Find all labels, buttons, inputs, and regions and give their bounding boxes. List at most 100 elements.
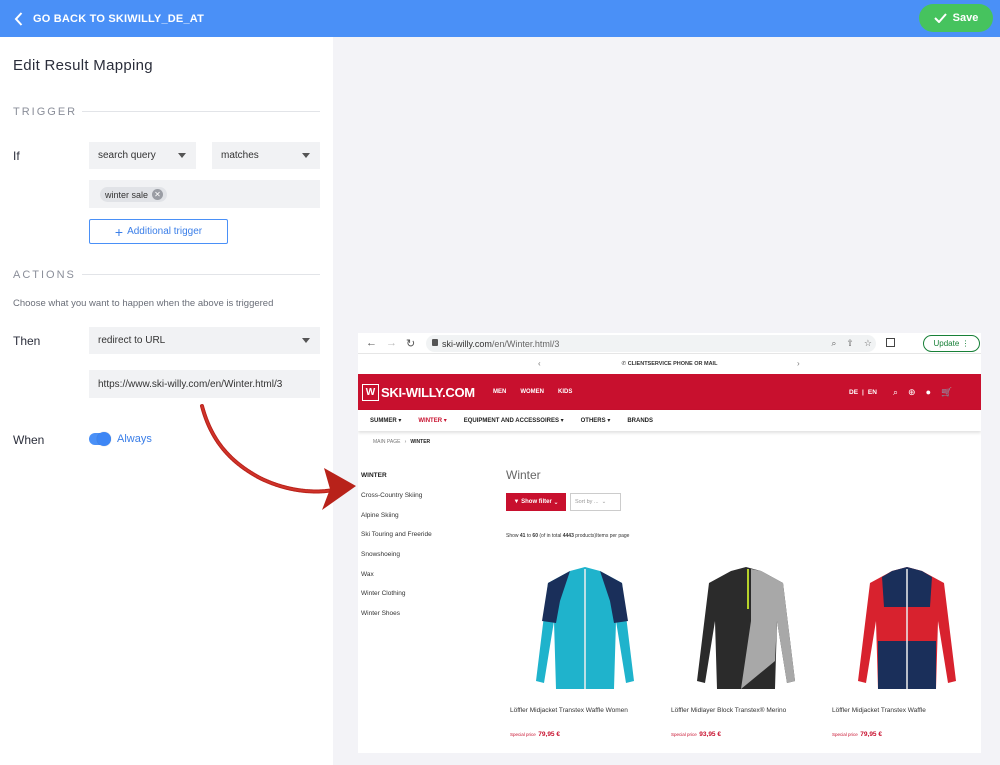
show-filter-button[interactable]: ▼ Show filter ⌄	[506, 493, 566, 511]
sidebar-item-alpine[interactable]: Alpine Skiing	[361, 512, 432, 532]
sidebar-item-wax[interactable]: Wax	[361, 571, 432, 591]
go-back-label: GO BACK TO SKIWILLY_DE_AT	[33, 12, 205, 25]
chevron-right-icon[interactable]: ›	[797, 355, 800, 373]
top-nav: MEN WOMEN KIDS	[493, 374, 572, 410]
actions-helper-text: Choose what you want to happen when the …	[13, 298, 274, 309]
lang-de[interactable]: DE	[849, 389, 858, 396]
top-bar: GO BACK TO SKIWILLY_DE_AT Save	[0, 0, 1000, 37]
trigger-tag-input[interactable]: winter sale ✕	[89, 180, 320, 208]
trigger-heading: TRIGGER	[13, 106, 78, 118]
browser-address-bar[interactable]: ski-willy.com/en/Winter.html/3 ⌕ ⇧ ☆	[426, 335, 876, 352]
update-label: Update	[933, 339, 960, 348]
when-label: When	[13, 433, 45, 447]
remove-tag-icon[interactable]: ✕	[152, 189, 164, 200]
product-name: Löffler Midlayer Block Transtex® Merino	[671, 707, 787, 714]
search-icon[interactable]: ⌕	[893, 387, 898, 398]
cat-nav-brands[interactable]: BRANDS	[627, 418, 653, 424]
trigger-operator-select[interactable]: matches	[212, 142, 320, 169]
plus-icon: +	[114, 223, 124, 240]
chevron-down-icon	[302, 153, 310, 158]
top-nav-kids[interactable]: KIDS	[558, 389, 572, 395]
editor-panel: Edit Result Mapping TRIGGER If search qu…	[0, 37, 333, 765]
page-title: Edit Result Mapping	[13, 57, 153, 74]
address-bar-icons: ⌕ ⇧ ☆	[831, 338, 872, 349]
top-nav-women[interactable]: WOMEN	[520, 389, 544, 395]
site-logo[interactable]: W SKI-WILLY.COM	[362, 383, 475, 401]
product-card[interactable]: Löffler Midjacket Transtex Waffle Specia…	[832, 561, 981, 738]
sidebar-item-snowshoeing[interactable]: Snowshoeing	[361, 551, 432, 571]
website-preview: ← → ↻ ski-willy.com/en/Winter.html/3 ⌕ ⇧…	[358, 333, 981, 753]
trigger-tag: winter sale ✕	[100, 187, 168, 202]
redirect-url-value: https://www.ski-willy.com/en/Winter.html…	[98, 378, 283, 390]
actions-heading: ACTIONS	[13, 269, 76, 281]
chevron-left-icon	[14, 11, 23, 26]
sidebar-item-clothing[interactable]: Winter Clothing	[361, 590, 432, 610]
go-back-link[interactable]: GO BACK TO SKIWILLY_DE_AT	[14, 0, 204, 37]
if-label: If	[13, 149, 20, 163]
filter-icon: ▼	[513, 499, 520, 505]
chevron-left-icon[interactable]: ‹	[538, 355, 541, 373]
globe-icon[interactable]: ⊕	[908, 387, 916, 398]
language-switch: DE | EN	[849, 374, 877, 410]
check-icon	[933, 13, 947, 23]
browser-toolbar: ← → ↻ ski-willy.com/en/Winter.html/3 ⌕ ⇧…	[358, 333, 981, 354]
chevron-down-icon	[302, 338, 310, 343]
additional-trigger-label: Additional trigger	[127, 226, 203, 237]
arrow-icon	[200, 404, 356, 510]
product-card[interactable]: Löffler Midlayer Block Transtex® Merino …	[671, 561, 821, 738]
redirect-url-input[interactable]: https://www.ski-willy.com/en/Winter.html…	[89, 370, 320, 398]
save-button[interactable]: Save	[919, 4, 993, 32]
lang-en[interactable]: EN	[868, 389, 877, 396]
save-label: Save	[952, 12, 979, 24]
when-toggle[interactable]	[89, 432, 111, 446]
product-name: Löffler Midjacket Transtex Waffle	[832, 707, 926, 714]
lock-icon	[432, 339, 438, 346]
back-arrow-icon[interactable]: ←	[366, 337, 377, 349]
product-name: Löffler Midjacket Transtex Waffle Women	[510, 707, 628, 714]
reload-icon[interactable]: ↻	[406, 337, 415, 350]
trigger-field-select[interactable]: search query	[89, 142, 196, 169]
logo-text: SKI-WILLY.COM	[381, 384, 475, 400]
top-nav-men[interactable]: MEN	[493, 389, 506, 395]
trigger-operator-value: matches	[221, 150, 259, 161]
header-icons: ⌕ ⊕ ● 🛒	[893, 374, 952, 410]
user-icon[interactable]: ●	[926, 387, 931, 397]
category-nav: SUMMER ▾ WINTER ▾ EQUIPMENT AND ACCESSOI…	[358, 410, 981, 431]
site-header: W SKI-WILLY.COM MEN WOMEN KIDS DE | EN ⌕…	[358, 374, 981, 410]
cat-nav-winter[interactable]: WINTER ▾	[418, 417, 446, 424]
product-image	[832, 561, 981, 698]
product-image	[671, 561, 821, 698]
category-sidebar: Cross-Country Skiing Alpine Skiing Ski T…	[361, 492, 432, 630]
side-panel-icon[interactable]	[886, 338, 895, 347]
cart-icon[interactable]: 🛒	[941, 387, 952, 398]
breadcrumb-current: WINTER	[410, 439, 431, 445]
sidebar-item-cross-country[interactable]: Cross-Country Skiing	[361, 492, 432, 512]
sort-placeholder: Sort by ...	[575, 499, 599, 505]
sidebar-item-shoes[interactable]: Winter Shoes	[361, 610, 432, 630]
cat-nav-equipment[interactable]: EQUIPMENT AND ACCESSOIRES ▾	[464, 417, 564, 424]
url-path: /en/Winter.html/3	[491, 338, 560, 349]
product-image	[510, 561, 660, 698]
action-select[interactable]: redirect to URL	[89, 327, 320, 354]
sort-select[interactable]: Sort by ... ⌄	[570, 493, 621, 511]
result-count: Show 41 to 60 (of in total 4443 products…	[506, 533, 630, 539]
zoom-icon[interactable]: ⌕	[831, 338, 836, 349]
actions-divider	[82, 274, 320, 275]
show-filter-label: Show filter	[521, 499, 552, 505]
product-card[interactable]: Löffler Midjacket Transtex Waffle Women …	[510, 561, 660, 738]
breadcrumb-home[interactable]: MAIN PAGE	[373, 439, 400, 445]
cat-nav-summer[interactable]: SUMMER ▾	[370, 417, 401, 424]
trigger-tag-label: winter sale	[105, 189, 149, 200]
cat-nav-others[interactable]: OTHERS ▾	[581, 417, 611, 424]
lang-divider: |	[862, 388, 864, 396]
sidebar-item-touring[interactable]: Ski Touring and Freeride	[361, 531, 432, 551]
star-icon[interactable]: ☆	[864, 338, 872, 349]
browser-update-button[interactable]: Update ⋮	[923, 335, 980, 352]
trigger-divider	[82, 111, 320, 112]
action-select-value: redirect to URL	[98, 335, 166, 346]
additional-trigger-button[interactable]: + Additional trigger	[89, 219, 228, 244]
share-icon[interactable]: ⇧	[846, 338, 854, 349]
breadcrumb: MAIN PAGE › WINTER	[373, 439, 431, 445]
product-price: Special price 79,95 €	[832, 731, 882, 738]
forward-arrow-icon[interactable]: →	[386, 337, 397, 349]
